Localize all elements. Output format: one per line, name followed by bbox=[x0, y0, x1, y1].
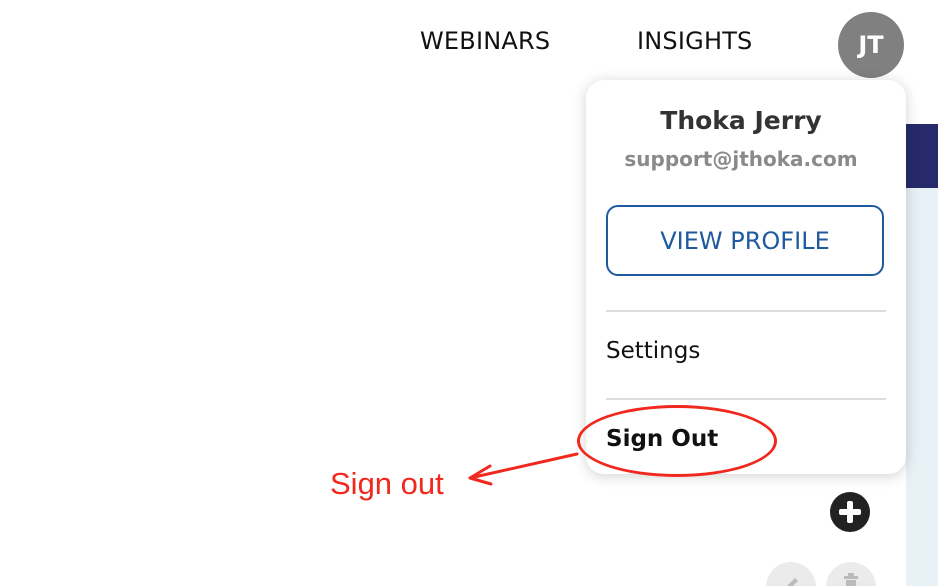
user-avatar[interactable]: JT bbox=[838, 12, 904, 78]
annotation-arrow-icon bbox=[468, 452, 579, 486]
page: WEBINARS INSIGHTS JT Thoka Jerry support… bbox=[0, 0, 938, 586]
nav-webinars-link[interactable]: WEBINARS bbox=[420, 27, 550, 55]
view-profile-button[interactable]: VIEW PROFILE bbox=[606, 205, 884, 276]
user-name: Thoka Jerry bbox=[660, 106, 822, 135]
annotation-highlight-ellipse bbox=[577, 405, 777, 477]
user-email: support@jthoka.com bbox=[624, 147, 858, 171]
edit-button[interactable] bbox=[766, 562, 816, 586]
menu-item-settings[interactable]: Settings bbox=[606, 338, 700, 364]
nav-insights-link[interactable]: INSIGHTS bbox=[637, 27, 752, 55]
side-panel bbox=[906, 188, 938, 586]
trash-icon bbox=[844, 573, 858, 586]
pencil-icon bbox=[787, 578, 798, 586]
menu-divider bbox=[606, 310, 886, 312]
annotation-label: Sign out bbox=[330, 466, 444, 501]
side-panel-header bbox=[906, 124, 938, 190]
menu-divider bbox=[606, 398, 886, 400]
plus-circle-icon[interactable] bbox=[830, 492, 870, 532]
delete-button[interactable] bbox=[826, 562, 876, 586]
